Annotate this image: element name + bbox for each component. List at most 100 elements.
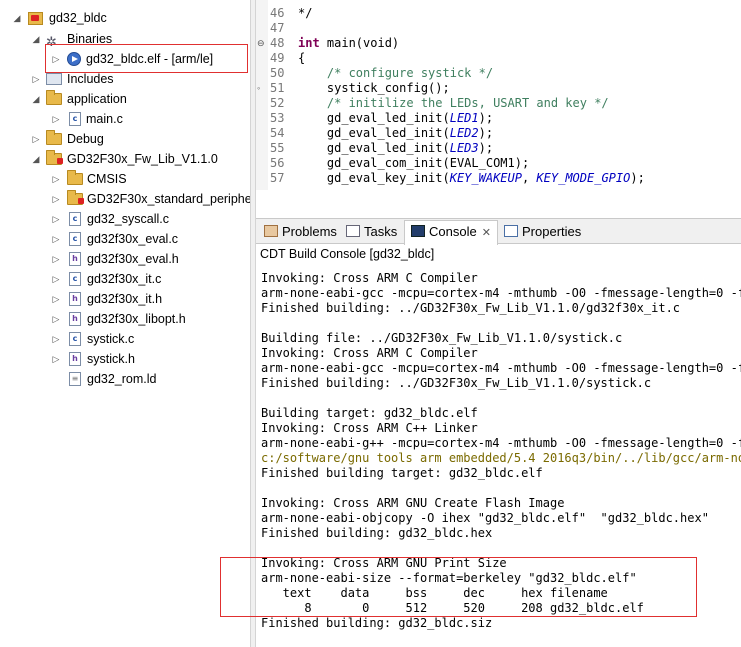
tree-item-std-periph[interactable]: ▷ GD32F30x_standard_peripheral [0, 189, 250, 209]
tree-item-file[interactable]: ▷ c gd32_syscall.c [0, 209, 250, 229]
expand-arrow-icon[interactable]: ◢ [31, 89, 41, 109]
expand-arrow-icon[interactable]: ▷ [51, 209, 61, 229]
expand-arrow-icon[interactable]: ▷ [51, 249, 61, 269]
expand-arrow-icon[interactable]: ▷ [51, 229, 61, 249]
tree-item-label: application [67, 92, 127, 106]
console-line: Invoking: Cross ARM C++ Linker [261, 421, 478, 435]
tab-label: Tasks [364, 224, 398, 239]
header-file-icon: h [67, 352, 83, 366]
expand-arrow-icon[interactable]: ▷ [31, 129, 41, 149]
expand-arrow-icon[interactable]: ▷ [51, 329, 61, 349]
console-line: Finished building: gd32_bldc.hex [261, 526, 493, 540]
code-text: gd_eval_key_init(KEY_WAKEUP, KEY_MODE_GP… [298, 171, 645, 185]
line-number: 46 [270, 6, 285, 20]
expand-arrow-icon[interactable]: ▷ [31, 69, 41, 89]
c-file-icon: c [67, 112, 83, 126]
expand-arrow-icon[interactable]: ◢ [12, 8, 22, 28]
console-title: CDT Build Console [gd32_bldc] [260, 247, 435, 261]
tree-item-label: gd32f30x_libopt.h [87, 312, 186, 326]
expand-arrow-icon[interactable]: ▷ [51, 309, 61, 329]
tree-item-label: systick.c [87, 332, 135, 346]
console-line: Finished building target: gd32_bldc.elf [261, 466, 543, 480]
c-file-icon: c [67, 272, 83, 286]
tree-item-file[interactable]: ▷ h systick.h [0, 349, 250, 369]
tree-item-application[interactable]: ◢ application [0, 89, 250, 109]
line-number: 48 [270, 36, 285, 50]
editor-bottom-margin [256, 190, 741, 216]
console-line: Building file: ../GD32F30x_Fw_Lib_V1.1.0… [261, 331, 623, 345]
tab-console[interactable]: Console ✕ [404, 220, 498, 245]
tree-item-file[interactable]: ▷ h gd32f30x_it.h [0, 289, 250, 309]
expand-arrow-icon[interactable]: ▷ [51, 269, 61, 289]
tree-item-label: gd32f30x_eval.h [87, 252, 179, 266]
tree-item-label: gd32f30x_it.c [87, 272, 162, 286]
console-line: c:/software/gnu tools arm embedded/5.4 2… [261, 451, 741, 465]
tree-item-label: gd32_syscall.c [87, 212, 169, 226]
expand-arrow-icon[interactable]: ◢ [31, 29, 41, 49]
console-line: Finished building: ../GD32F30x_Fw_Lib_V1… [261, 376, 652, 390]
header-file-icon: h [67, 252, 83, 266]
code-text: systick_config(); [298, 81, 450, 95]
expand-arrow-icon[interactable]: ▷ [51, 349, 61, 369]
tree-item-label: systick.h [87, 352, 135, 366]
properties-icon [504, 225, 518, 237]
line-number: 56 [270, 156, 285, 170]
tab-label: Properties [522, 224, 582, 239]
expand-arrow-icon[interactable]: ◢ [31, 149, 41, 169]
expand-arrow-icon[interactable]: ▷ [51, 169, 61, 189]
code-text: gd_eval_led_init(LED1); [298, 111, 494, 125]
tree-item-main-c[interactable]: ▷ c main.c [0, 109, 250, 129]
tree-item-label: gd32_bldc [49, 11, 107, 25]
tree-item-label: GD32F30x_Fw_Lib_V1.1.0 [67, 152, 218, 166]
includes-icon [46, 72, 62, 86]
tree-item-cmsis[interactable]: ▷ CMSIS [0, 169, 250, 189]
console-line: Finished building: ../GD32F30x_Fw_Lib_V1… [261, 301, 681, 315]
code-editor[interactable]: 46 */ 47 48 int main(void) 49 {50 /* configure… [256, 0, 741, 190]
tab-properties[interactable]: Properties [504, 221, 581, 243]
c-file-icon: c [67, 332, 83, 346]
fold-marker-icon[interactable]: ◦ [257, 83, 267, 93]
tab-label: Problems [282, 224, 337, 239]
tree-item-label: gd32f30x_eval.c [87, 232, 179, 246]
expand-arrow-icon[interactable]: ▷ [51, 109, 61, 129]
line-number: 50 [270, 66, 285, 80]
tree-item-project[interactable]: ◢ gd32_bldc [0, 8, 250, 28]
tree-item-label: gd32_rom.ld [87, 372, 157, 386]
line-number: 53 [270, 111, 285, 125]
tree-item-file[interactable]: ▷ c gd32f30x_it.c [0, 269, 250, 289]
tab-problems[interactable]: Problems [264, 221, 337, 243]
close-tab-icon[interactable]: ✕ [482, 227, 491, 239]
console-line: Invoking: Cross ARM C Compiler [261, 346, 478, 360]
line-number: 54 [270, 126, 285, 140]
c-file-icon: c [67, 232, 83, 246]
code-text: */ [298, 6, 313, 20]
fold-marker-icon[interactable]: ⊖ [257, 38, 267, 48]
console-line: Invoking: Cross ARM C Compiler [261, 271, 478, 285]
line-number: 52 [270, 96, 285, 110]
console-line: Finished building: gd32_bldc.siz [261, 616, 493, 630]
tree-item-file[interactable]: ▷ c systick.c [0, 329, 250, 349]
view-tab-bar: Problems Tasks Console ✕ Properties [256, 218, 741, 245]
tree-item-fw-lib[interactable]: ◢ GD32F30x_Fw_Lib_V1.1.0 [0, 149, 250, 169]
line-number: 55 [270, 141, 285, 155]
tree-item-file[interactable]: ▷ c gd32f30x_eval.c [0, 229, 250, 249]
debug-folder-icon [46, 130, 62, 146]
expand-arrow-icon[interactable]: ▷ [51, 289, 61, 309]
highlight-box [220, 557, 697, 617]
tree-item-debug[interactable]: ▷ Debug [0, 129, 250, 149]
tree-item-file[interactable]: ▷ h gd32f30x_eval.h [0, 249, 250, 269]
header-file-icon: h [67, 312, 83, 326]
tab-tasks[interactable]: Tasks [346, 221, 397, 243]
header-file-icon: h [67, 292, 83, 306]
project-icon [28, 11, 44, 25]
line-number: 49 [270, 51, 285, 65]
tree-item-file[interactable]: ≡ gd32_rom.ld [0, 369, 250, 389]
folder-icon [67, 170, 83, 186]
line-number: 51 [270, 81, 285, 95]
tree-item-file[interactable]: ▷ h gd32f30x_libopt.h [0, 309, 250, 329]
console-line: arm-none-eabi-objcopy -O ihex "gd32_bldc… [261, 511, 709, 525]
c-file-icon: c [67, 212, 83, 226]
expand-arrow-icon[interactable]: ▷ [51, 189, 61, 209]
tab-label: Console [429, 224, 477, 239]
code-text: { [298, 51, 306, 65]
